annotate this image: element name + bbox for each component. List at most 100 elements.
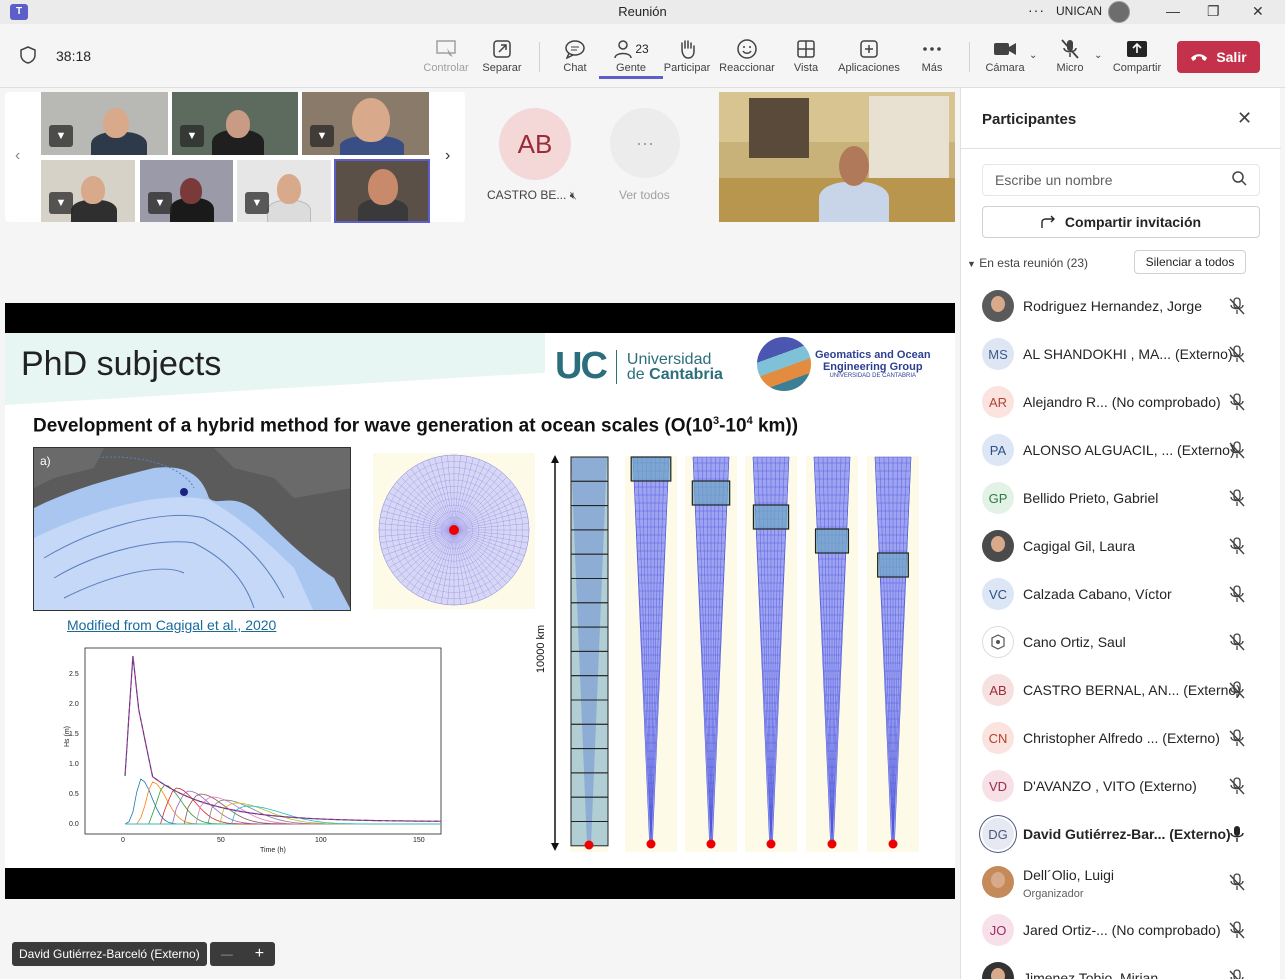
mic-off-icon[interactable] <box>1227 632 1247 652</box>
in-meeting-section[interactable]: ▼ En esta reunión (23) <box>967 256 1088 270</box>
organization-name[interactable]: UNICAN <box>1056 4 1102 18</box>
participant-role: Organizador <box>1023 888 1084 900</box>
mic-off-icon[interactable] <box>1227 920 1247 940</box>
participant-row[interactable]: CN Christopher Alfredo ... (Externo) <box>961 714 1281 762</box>
more-button[interactable]: Más <box>900 36 964 74</box>
mic-off-icon[interactable] <box>1227 392 1247 412</box>
hang-up-icon <box>1191 54 1208 61</box>
chevron-left-icon[interactable]: ‹ <box>15 147 20 165</box>
video-tile[interactable]: ▼ <box>41 160 135 222</box>
video-tile[interactable]: ▼ <box>302 92 429 155</box>
raise-hand-button[interactable]: Participar <box>655 36 719 74</box>
camera-options-chevron-icon[interactable]: ⌄ <box>1029 50 1037 61</box>
participant-row[interactable]: JO Jared Ortiz-... (No comprobado) <box>961 906 1281 954</box>
participant-row[interactable]: MS AL SHANDOKHI , MA... (Externo) <box>961 330 1281 378</box>
control-button[interactable]: Controlar <box>414 36 478 74</box>
mute-all-button[interactable]: Silenciar a todos <box>1134 250 1246 274</box>
subtitle-dash: -10 <box>719 415 747 437</box>
maximize-icon[interactable]: ❐ <box>1207 3 1220 20</box>
separate-button[interactable]: Separar <box>470 36 534 74</box>
avatar: GP <box>982 482 1014 514</box>
presentation-slide: PhD subjects UC Universidad de Cantabria … <box>5 333 955 868</box>
view-button[interactable]: Vista <box>774 36 838 74</box>
apps-button[interactable]: Aplicaciones <box>837 36 901 74</box>
minimize-icon[interactable]: — <box>1166 3 1180 19</box>
mic-off-icon[interactable] <box>1227 776 1247 796</box>
presenter-video[interactable] <box>719 92 955 222</box>
mic-on-icon[interactable] <box>1227 824 1247 844</box>
share-invite-button[interactable]: Compartir invitación <box>982 206 1260 238</box>
camera-button[interactable]: Cámara <box>973 36 1037 74</box>
video-tile-selected[interactable] <box>334 159 430 223</box>
share-icon <box>1105 36 1169 62</box>
zoom-out-button[interactable]: — <box>221 947 233 961</box>
react-button[interactable]: Reaccionar <box>715 36 779 74</box>
mic-off-icon[interactable] <box>1227 344 1247 364</box>
participant-row[interactable]: Jimenez Tobio, Mirian <box>961 954 1281 979</box>
leave-button[interactable]: Salir <box>1177 41 1260 73</box>
participant-name: Dell´Olio, Luigi <box>1023 867 1115 883</box>
mic-off-icon[interactable] <box>1227 872 1247 892</box>
mic-off-icon[interactable] <box>1227 536 1247 556</box>
search-input[interactable] <box>995 172 1225 188</box>
participant-row[interactable]: Rodriguez Hernandez, Jorge <box>961 282 1281 330</box>
participant-row[interactable]: AB CASTRO BERNAL, AN... (Externo) <box>961 666 1281 714</box>
chevron-down-icon: ▼ <box>967 259 976 269</box>
mic-off-icon[interactable] <box>1227 968 1247 979</box>
x-tick: 100 <box>315 837 327 844</box>
participant-row[interactable]: PA ALONSO ALGUACIL, ... (Externo) <box>961 426 1281 474</box>
group-logo-line1: Geomatics and Ocean <box>815 349 931 361</box>
more-options-icon[interactable]: ··· <box>1028 2 1045 18</box>
participant-row[interactable]: Cano Ortiz, Saul <box>961 618 1281 666</box>
avatar <box>982 626 1014 658</box>
video-tile[interactable]: ▼ <box>140 160 233 222</box>
mic-off-icon[interactable] <box>1227 440 1247 460</box>
mic-off-icon[interactable] <box>1227 296 1247 316</box>
video-tile[interactable]: ▼ <box>237 160 331 222</box>
uc-logo-line2-bold: Cantabria <box>649 365 723 383</box>
tile-name-text: CASTRO BE... <box>487 188 567 202</box>
shield-icon[interactable] <box>20 46 36 64</box>
mic-off-icon[interactable] <box>1227 488 1247 508</box>
participant-name: Cagigal Gil, Laura <box>1023 538 1136 554</box>
mic-options-chevron-icon[interactable]: ⌄ <box>1094 50 1102 61</box>
participant-row[interactable]: GP Bellido Prieto, Gabriel <box>961 474 1281 522</box>
participant-row[interactable]: Dell´Olio, Luigi Organizador <box>961 858 1281 906</box>
search-icon[interactable] <box>1232 171 1247 190</box>
participant-row[interactable]: VC Calzada Cabano, Víctor <box>961 570 1281 618</box>
meeting-toolbar: 38:18 Controlar Separar Chat 23 Gente Pa… <box>0 24 1285 88</box>
mic-off-icon[interactable] <box>1227 728 1247 748</box>
share-button[interactable]: Compartir <box>1105 36 1169 74</box>
participant-row[interactable]: Cagigal Gil, Laura <box>961 522 1281 570</box>
video-tile[interactable]: ▼ <box>41 92 168 155</box>
account-avatar[interactable] <box>1108 1 1130 23</box>
avatar: JO <box>982 914 1014 946</box>
participant-row[interactable]: AR Alejandro R... (No comprobado) <box>961 378 1281 426</box>
avatar[interactable]: AB <box>499 108 571 180</box>
participants-panel: Participantes ✕ Compartir invitación ▼ E… <box>960 88 1281 979</box>
map-panel-label: a) <box>40 454 51 468</box>
zoom-in-button[interactable]: + <box>255 945 264 963</box>
chat-icon <box>543 36 607 62</box>
close-icon[interactable]: ✕ <box>1237 108 1252 129</box>
chat-button[interactable]: Chat <box>543 36 607 74</box>
participant-row[interactable]: VD D'AVANZO , VITO (Externo) <box>961 762 1281 810</box>
plot-x-label: Time (h) <box>260 847 286 854</box>
mic-off-icon[interactable] <box>1227 584 1247 604</box>
chevron-right-icon[interactable]: › <box>445 147 450 165</box>
hand-icon <box>655 36 719 62</box>
video-tile[interactable]: ▼ <box>172 92 298 155</box>
react-label: Reaccionar <box>719 62 775 74</box>
citation-link[interactable]: Modified from Cagigal et al., 2020 <box>67 617 276 633</box>
tile-name: CASTRO BE... 🔇︎ <box>487 188 577 203</box>
mic-off-icon[interactable] <box>1227 680 1247 700</box>
university-logo: UC Universidad de Cantabria <box>555 345 723 388</box>
close-window-icon[interactable]: ✕ <box>1252 3 1264 20</box>
participant-name: David Gutiérrez-Bar... (Externo) <box>1023 826 1231 842</box>
see-all-button[interactable]: ··· <box>610 108 680 178</box>
people-button[interactable]: 23 Gente <box>599 36 663 79</box>
mic-button[interactable]: Micro <box>1038 36 1102 74</box>
y-tick: 1.0 <box>69 761 79 768</box>
participant-row[interactable]: DG David Gutiérrez-Bar... (Externo) <box>961 810 1281 858</box>
mic-off-icon: ▼ <box>245 192 269 214</box>
